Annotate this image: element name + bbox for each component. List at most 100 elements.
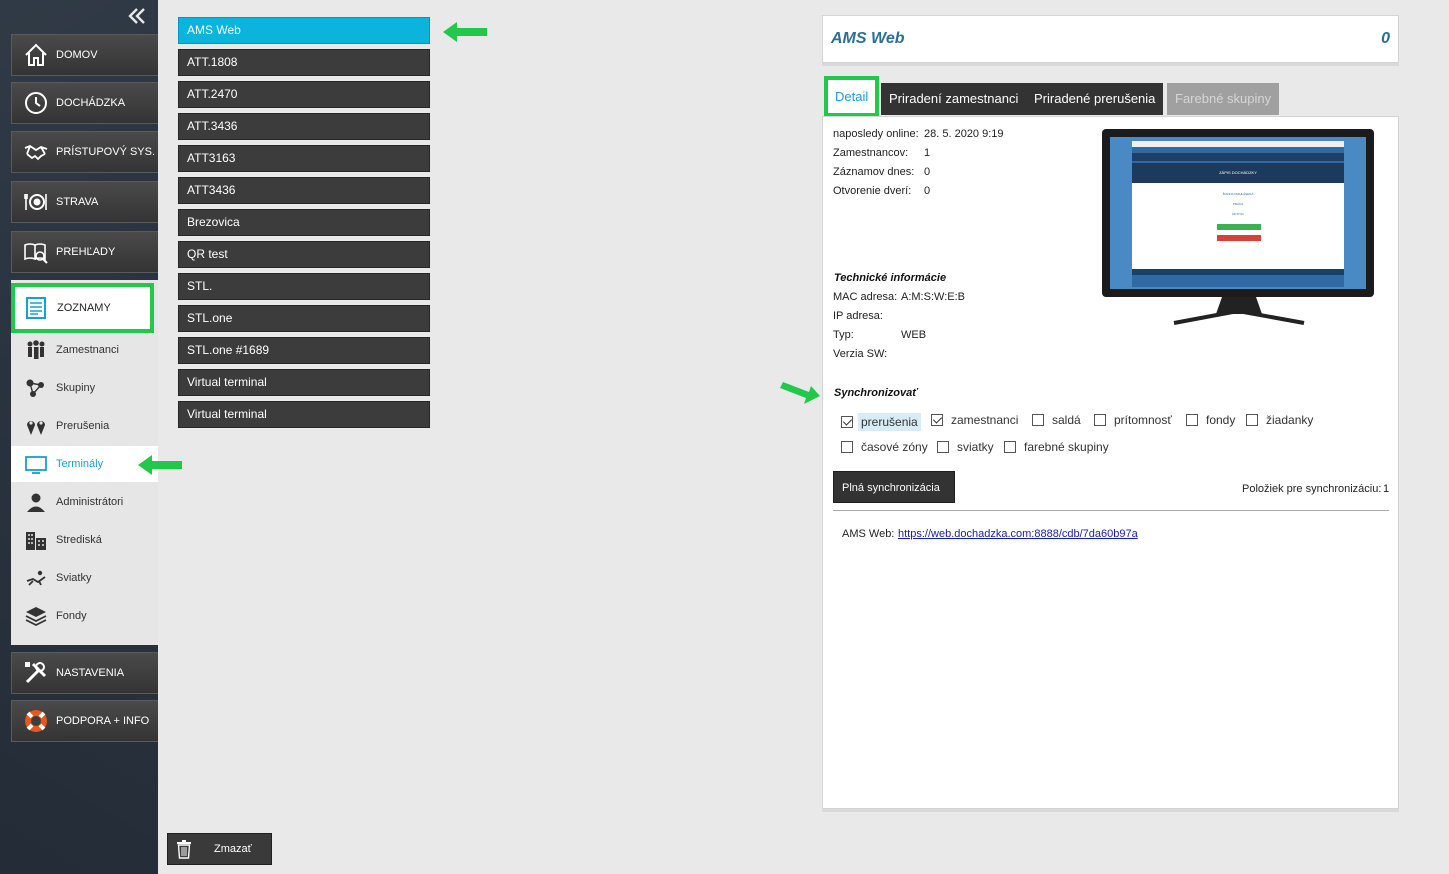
terminal-item[interactable]: STL. [178, 273, 430, 300]
delete-button[interactable]: Zmazať [167, 833, 272, 865]
checkbox-box[interactable] [1032, 414, 1044, 426]
double-chevron-left-icon[interactable] [126, 6, 148, 28]
terminal-item[interactable]: Virtual terminal [178, 369, 430, 396]
terminal-item[interactable]: ATT.3436 [178, 113, 430, 140]
detail-title-bar: AMS Web 0 [822, 15, 1399, 63]
terminal-item[interactable]: STL.one #1689 [178, 337, 430, 364]
nav-nastavenia[interactable]: NASTAVENIA [11, 652, 158, 694]
sync-sviatky-checkbox[interactable]: sviatky [937, 440, 994, 454]
handshake-icon [22, 138, 50, 166]
preview-time: 09:37:01 [1232, 212, 1244, 216]
tab-farebne-skupiny[interactable]: Farebné skupiny [1167, 83, 1280, 115]
sub-item-zamestnanci[interactable]: Zamestnanci [11, 332, 158, 368]
terminal-item[interactable]: AMS Web [178, 17, 430, 44]
plate-cutlery-icon [22, 188, 50, 216]
people-icon [25, 339, 47, 361]
checkbox-box[interactable] [1004, 441, 1016, 453]
monitor-icon [25, 453, 47, 475]
pointer-arrow-icon [780, 382, 820, 404]
checkbox-label: saldá [1052, 413, 1081, 427]
last-online-label: naposledy online: [833, 128, 919, 140]
nav-prehlady[interactable]: PREHĽADY [11, 231, 158, 273]
tab-priradeni-zamestnanci[interactable]: Priradení zamestnanci [881, 83, 1027, 115]
nav-label: ZOZNAMY [57, 302, 111, 314]
terminal-item[interactable]: Brezovica [178, 209, 430, 236]
sync-prerusenia-checkbox[interactable]: prerušenia [841, 413, 921, 431]
sync-casove-zony-checkbox[interactable]: časové zóny [841, 440, 928, 454]
checkbox-box[interactable] [1094, 414, 1106, 426]
delete-button-label: Zmazať [214, 843, 252, 855]
records-label: Záznamov dnes: [833, 166, 915, 178]
checkbox-box[interactable] [1246, 414, 1258, 426]
sub-item-strediska[interactable]: Strediská [11, 522, 158, 558]
list-document-icon [23, 295, 49, 321]
checkbox-box[interactable] [841, 416, 853, 428]
checkbox-box[interactable] [931, 414, 943, 426]
sync-salda-checkbox[interactable]: saldá [1032, 413, 1081, 427]
tab-detail[interactable]: Detail [824, 76, 880, 117]
nav-zoznamy[interactable]: ZOZNAMY [11, 283, 154, 333]
sub-item-prerusenia[interactable]: Prerušenia [11, 408, 158, 444]
nav-label: NASTAVENIA [56, 667, 125, 679]
nav-podpora-info[interactable]: PODPORA + INFO [11, 700, 158, 742]
sub-item-fondy[interactable]: Fondy [11, 598, 158, 634]
last-online-value: 28. 5. 2020 9:19 [924, 128, 1004, 140]
nav-label: PRÍSTUPOVÝ SYS. [56, 146, 156, 158]
terminal-item[interactable]: Virtual terminal [178, 401, 430, 428]
sub-item-label: Strediská [56, 534, 102, 546]
full-sync-button[interactable]: Plná synchronizácia [833, 471, 955, 503]
terminal-item[interactable]: ATT.2470 [178, 81, 430, 108]
mac-value: A:M:S:W:E:B [901, 291, 965, 303]
checkbox-label: prítomnosť [1114, 413, 1172, 427]
sync-items-label: Položiek pre synchronizáciu: [1242, 483, 1382, 495]
sync-fondy-checkbox[interactable]: fondy [1186, 413, 1235, 427]
sub-item-label: Zamestnanci [56, 344, 119, 356]
type-label: Typ: [833, 329, 854, 341]
sync-zamestnanci-checkbox[interactable]: zamestnanci [931, 413, 1018, 427]
nav-pristupovy-sys[interactable]: PRÍSTUPOVÝ SYS. [11, 131, 158, 173]
sync-ziadanky-checkbox[interactable]: žiadanky [1246, 413, 1313, 427]
checkbox-box[interactable] [841, 441, 853, 453]
terminal-item[interactable]: ATT3436 [178, 177, 430, 204]
sync-pritomnost-checkbox[interactable]: prítomnosť [1094, 413, 1172, 427]
detail-title: AMS Web [831, 30, 905, 47]
house-icon [22, 41, 50, 69]
sub-item-administratori[interactable]: Administrátori [11, 484, 158, 520]
nav-domov[interactable]: DOMOV [11, 34, 158, 76]
mac-label: MAC adresa: [833, 291, 898, 303]
sw-label: Verzia SW: [833, 348, 888, 360]
checkbox-label: žiadanky [1266, 413, 1314, 427]
sync-farebne-skupiny-checkbox[interactable]: farebné skupiny [1004, 440, 1109, 454]
nav-dochadzka[interactable]: DOCHÁDZKA [11, 82, 158, 124]
pointer-arrow-icon [443, 22, 487, 42]
detail-panel: naposledy online: 28. 5. 2020 9:19 Zames… [822, 116, 1399, 809]
ams-web-url-link[interactable]: https://web.dochadzka.com:8888/cdb/7da60… [898, 528, 1138, 540]
terminal-item[interactable]: ATT.1808 [178, 49, 430, 76]
sub-item-terminaly[interactable]: Terminály [11, 446, 158, 482]
nav-label: DOCHÁDZKA [56, 97, 126, 109]
nav-strava[interactable]: STRAVA [11, 181, 158, 223]
tech-heading: Technické informácie [834, 272, 947, 284]
tab-priradene-prerusenia[interactable]: Priradené prerušenia [1026, 83, 1164, 115]
tools-icon [22, 659, 50, 687]
terminal-item[interactable]: QR test [178, 241, 430, 268]
group-nodes-icon [25, 377, 47, 399]
sync-items-value: 1 [1383, 483, 1390, 495]
checkbox-label: časové zóny [861, 440, 928, 454]
nav-label: STRAVA [56, 196, 99, 208]
buildings-icon [25, 529, 47, 551]
sub-item-label: Sviatky [56, 572, 92, 584]
sub-item-sviatky[interactable]: Sviatky [11, 560, 158, 596]
ip-label: IP adresa: [833, 310, 883, 322]
terminal-item[interactable]: ATT3163 [178, 145, 430, 172]
checkbox-box[interactable] [1186, 414, 1198, 426]
terminal-item[interactable]: STL.one [178, 305, 430, 332]
employees-value: 1 [924, 147, 931, 159]
divider [833, 510, 1389, 511]
checkbox-label: zamestnanci [951, 413, 1019, 427]
sub-item-skupiny[interactable]: Skupiny [11, 370, 158, 406]
checkbox-box[interactable] [937, 441, 949, 453]
employees-label: Zamestnancov: [833, 147, 909, 159]
detail-count: 0 [1381, 30, 1390, 47]
book-magnifier-icon [22, 238, 50, 266]
